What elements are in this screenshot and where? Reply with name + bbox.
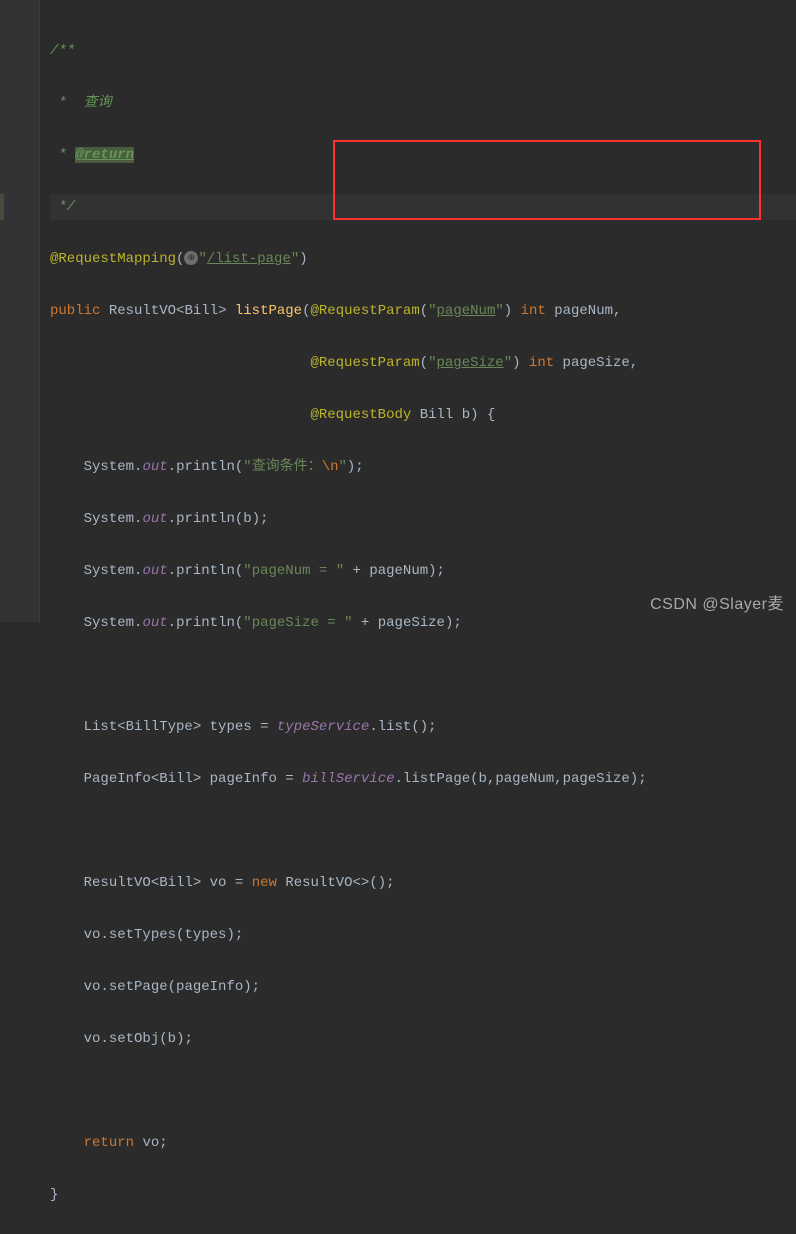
code-line: List<BillType> types = typeService.list(… [50, 714, 796, 740]
return-tag: @return [75, 147, 134, 163]
code-line: * @return [50, 142, 796, 168]
code-line: @RequestParam("pageSize") int pageSize, [50, 350, 796, 376]
code-line: ResultVO<Bill> vo = new ResultVO<>(); [50, 870, 796, 896]
watermark: CSDN @Slayer麦 [650, 590, 784, 614]
caret-indicator [0, 194, 4, 220]
doc-comment: * [50, 147, 75, 163]
code-line: return vo; [50, 1130, 796, 1156]
code-editor[interactable]: /** * 查询 * @return */ @RequestMapping(⊕"… [0, 0, 796, 1234]
doc-comment: * 查询 [50, 95, 112, 111]
code-line-empty [50, 1078, 796, 1104]
code-line-empty [50, 818, 796, 844]
code-line: } [50, 1182, 796, 1208]
code-line: vo.setPage(pageInfo); [50, 974, 796, 1000]
code-line-empty [50, 662, 796, 688]
code-line: vo.setTypes(types); [50, 922, 796, 948]
code-line: public ResultVO<Bill> listPage(@RequestP… [50, 298, 796, 324]
code-line: * 查询 [50, 90, 796, 116]
method-name: listPage [235, 303, 302, 319]
doc-comment: /** [50, 43, 75, 59]
annotation: @RequestMapping [50, 251, 176, 267]
code-line: vo.setObj(b); [50, 1026, 796, 1052]
code-line: @RequestBody Bill b) { [50, 402, 796, 428]
code-line: @RequestMapping(⊕"/list-page") [50, 246, 796, 272]
url-mapping-icon[interactable]: ⊕ [184, 251, 198, 265]
code-line: System.out.println("pageNum = " + pageNu… [50, 558, 796, 584]
editor-gutter [0, 0, 40, 622]
doc-comment: */ [50, 199, 75, 215]
code-line: PageInfo<Bill> pageInfo = billService.li… [50, 766, 796, 792]
code-line: System.out.println(b); [50, 506, 796, 532]
code-line: System.out.println("查询条件：\n"); [50, 454, 796, 480]
url-path[interactable]: /list-page [207, 251, 291, 267]
code-line: /** [50, 38, 796, 64]
keyword-public: public [50, 303, 100, 319]
code-line-current: */ [50, 194, 796, 220]
